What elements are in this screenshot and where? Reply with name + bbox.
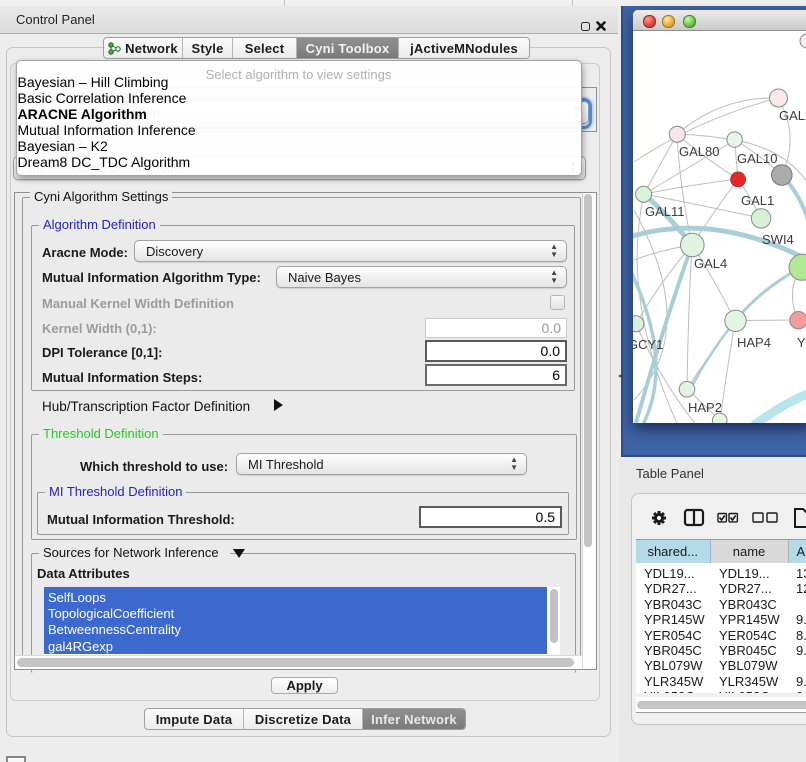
svg-text:GAL2: GAL2 (779, 108, 806, 123)
svg-text:GAL4: GAL4 (694, 256, 727, 271)
svg-text:SWI4: SWI4 (762, 232, 794, 247)
svg-text:GAL80: GAL80 (679, 144, 719, 159)
svg-text:GAL11: GAL11 (645, 204, 685, 219)
svg-text:YBR: YBR (797, 335, 806, 350)
svg-text:GAL10: GAL10 (737, 151, 777, 166)
svg-text:GAL1: GAL1 (741, 193, 774, 208)
svg-text:GCY1: GCY1 (633, 337, 663, 352)
svg-text:HAP2: HAP2 (688, 400, 722, 415)
svg-text:HAP4: HAP4 (737, 335, 771, 350)
